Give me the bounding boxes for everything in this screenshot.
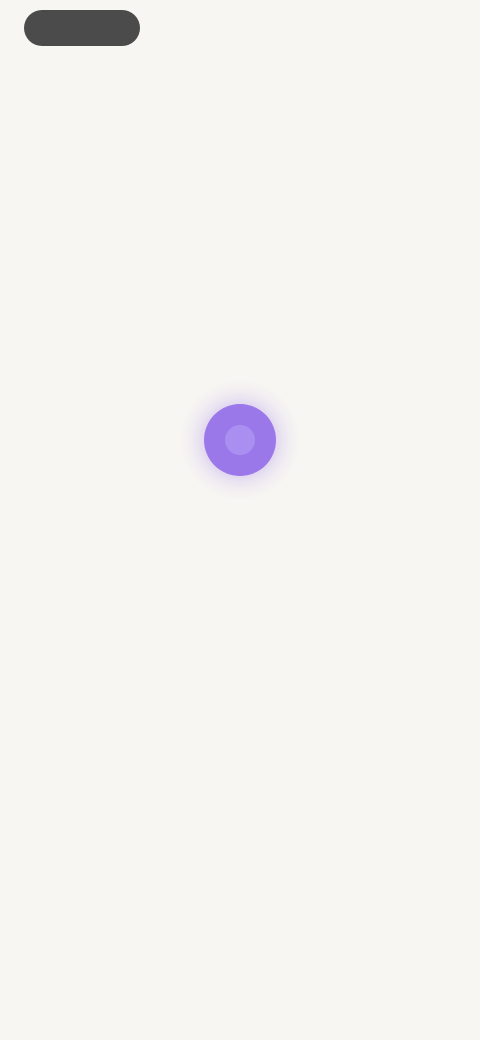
orb-core [225, 425, 255, 455]
status-panel [0, 380, 480, 534]
app-screen [0, 0, 480, 1040]
assistant-orb-icon [204, 404, 276, 476]
top-left-button[interactable] [24, 10, 140, 46]
assistant-orb-glow [180, 380, 300, 500]
